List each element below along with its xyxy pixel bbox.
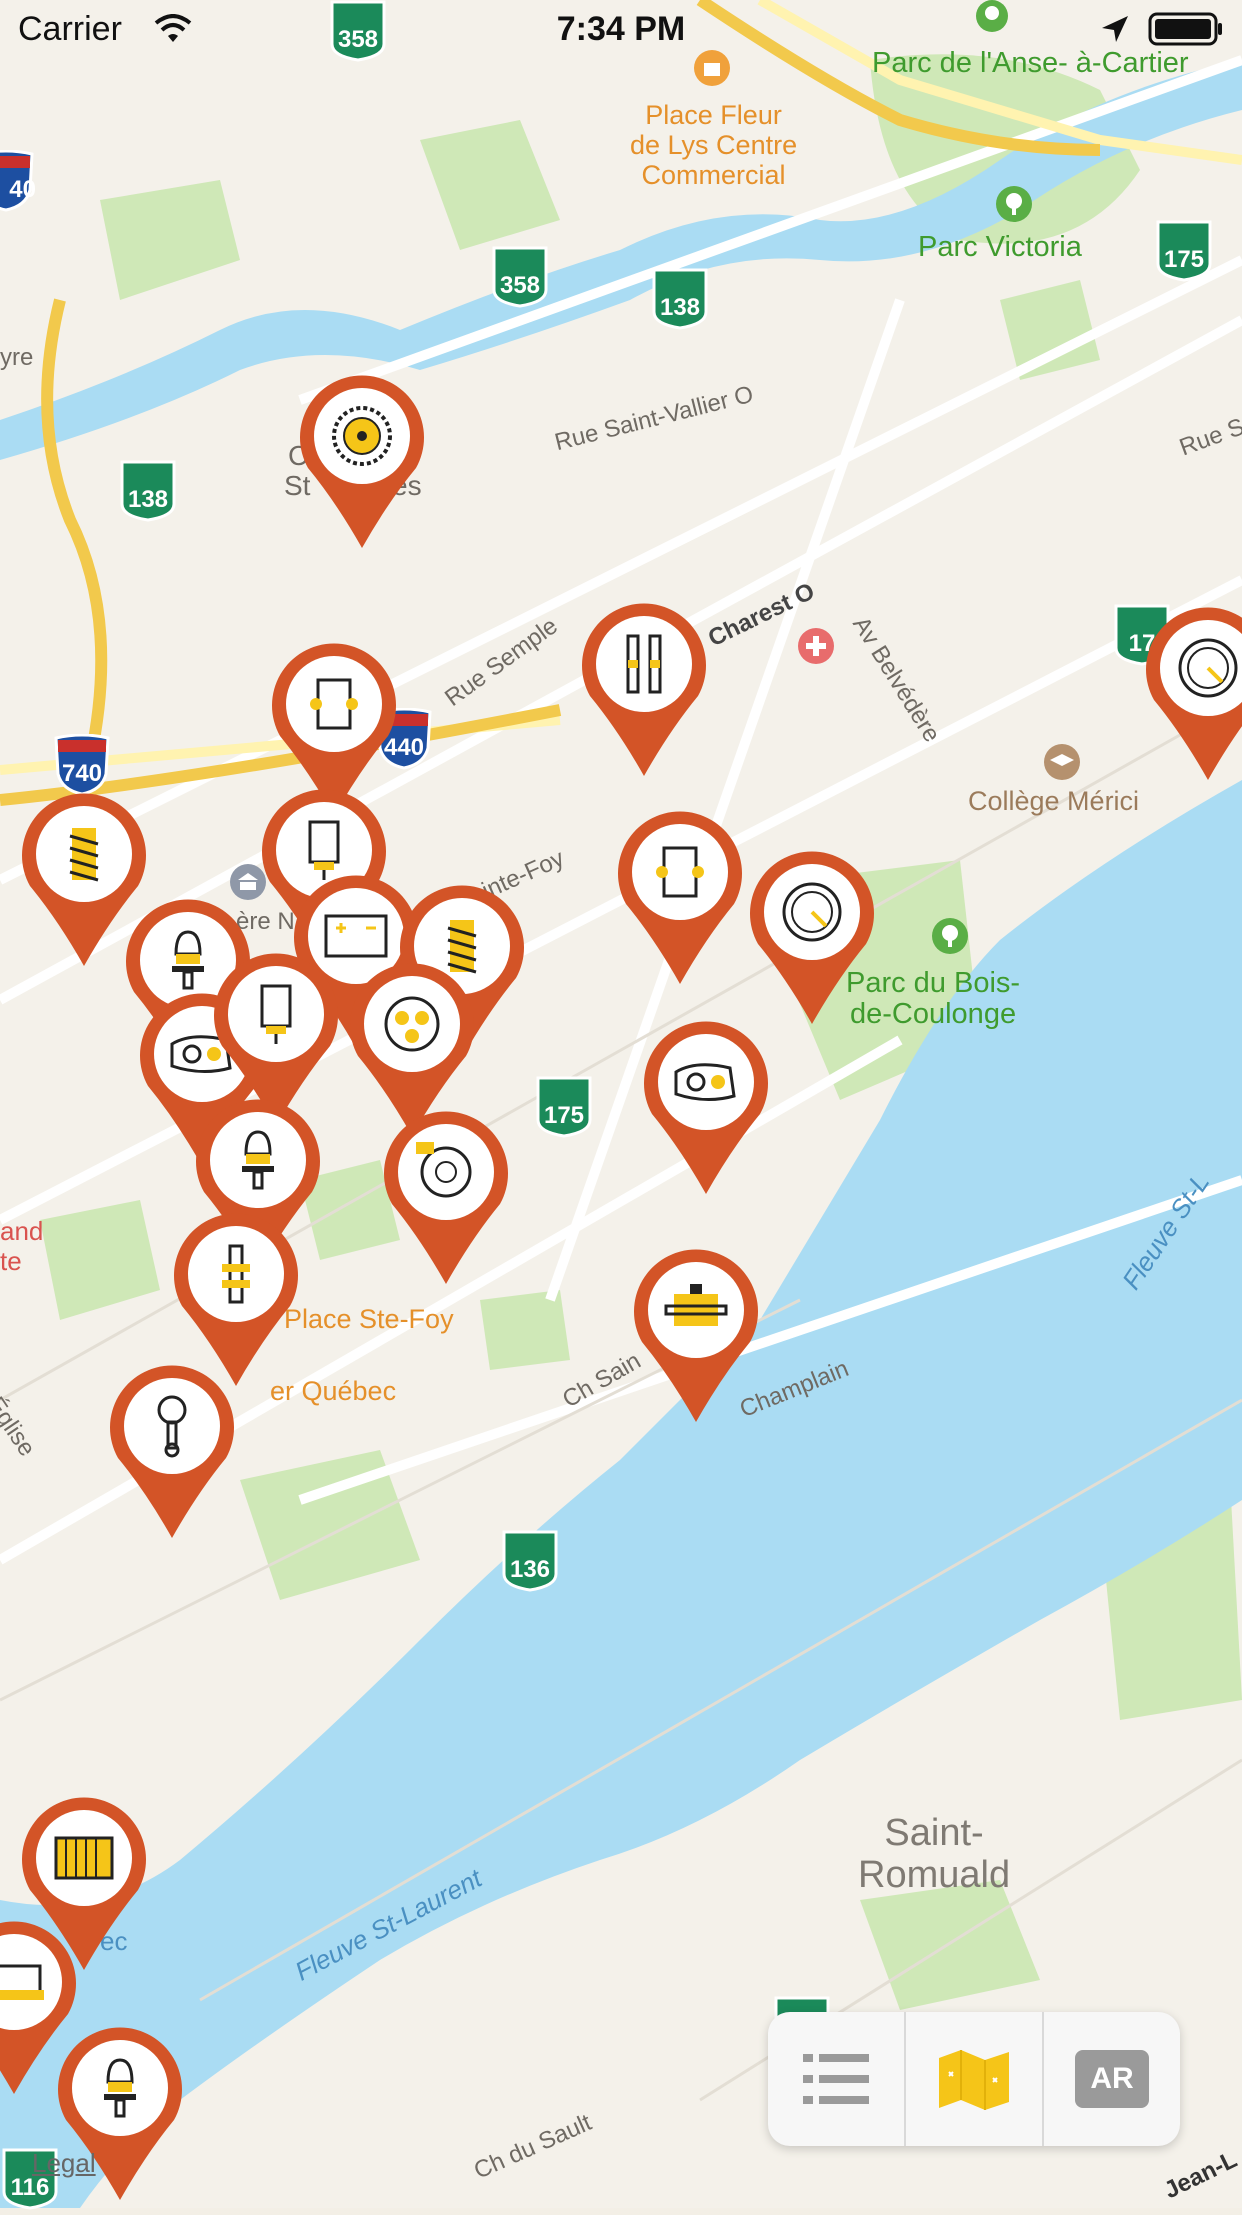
list-icon (803, 2054, 869, 2104)
spring-coil-icon (69, 828, 99, 882)
status-bar: Carrier 7:34 PM (0, 0, 1242, 60)
college-icon (1044, 744, 1080, 780)
map-icon (939, 2050, 1009, 2110)
hospital-icon (798, 628, 834, 664)
map-view-button[interactable] (906, 2012, 1044, 2146)
map-pin[interactable] (614, 808, 746, 988)
town-label-saint-romuald: Saint- Romuald (858, 1812, 1011, 1896)
map-pin[interactable] (578, 600, 710, 780)
battery-icon (1148, 12, 1222, 46)
route-shield: 175 (534, 1076, 594, 1138)
radiator-icon (54, 1836, 114, 1880)
route-shield: 358 (490, 246, 550, 308)
map-pin[interactable] (296, 372, 428, 552)
clock: 7:34 PM (556, 10, 686, 48)
route-shield: 175 (1154, 220, 1214, 282)
park-tree-icon (932, 918, 968, 954)
map-pin[interactable] (640, 1018, 772, 1198)
ar-label: AR (1075, 2050, 1149, 2108)
mall-label-place-ste-foy: Place Ste-Foy (284, 1304, 454, 1334)
map-pin[interactable] (1142, 604, 1242, 784)
ar-view-button[interactable]: AR (1044, 2012, 1180, 2146)
interstate-shield: 740 (52, 733, 112, 796)
speedometer-icon (1178, 638, 1238, 698)
map-pin[interactable] (746, 848, 878, 1028)
view-mode-toolbar: AR (768, 2012, 1180, 2146)
map-pin[interactable] (106, 1362, 238, 1542)
legal-link[interactable]: Legal (32, 2148, 96, 2179)
map-pin[interactable] (380, 1108, 512, 1288)
route-shield: 138 (650, 268, 710, 330)
map-pin[interactable] (630, 1246, 762, 1426)
park-label-victoria: Parc Victoria (918, 231, 1082, 263)
interstate-shield: 40 (0, 149, 36, 212)
route-shield: 136 (500, 1530, 560, 1592)
park-tree-icon (996, 186, 1032, 222)
gauge-icon (782, 882, 842, 942)
college-label: Collège Mérici (968, 786, 1140, 816)
label-grand: and te (0, 1216, 44, 1276)
location-arrow-icon (1102, 16, 1128, 42)
list-view-button[interactable] (768, 2012, 906, 2146)
mall-label-place-fleur-de-lys: Place Fleur de Lys Centre Commercial (630, 100, 798, 190)
route-shield: 138 (118, 460, 178, 522)
street-label-yre: yre (0, 344, 34, 371)
